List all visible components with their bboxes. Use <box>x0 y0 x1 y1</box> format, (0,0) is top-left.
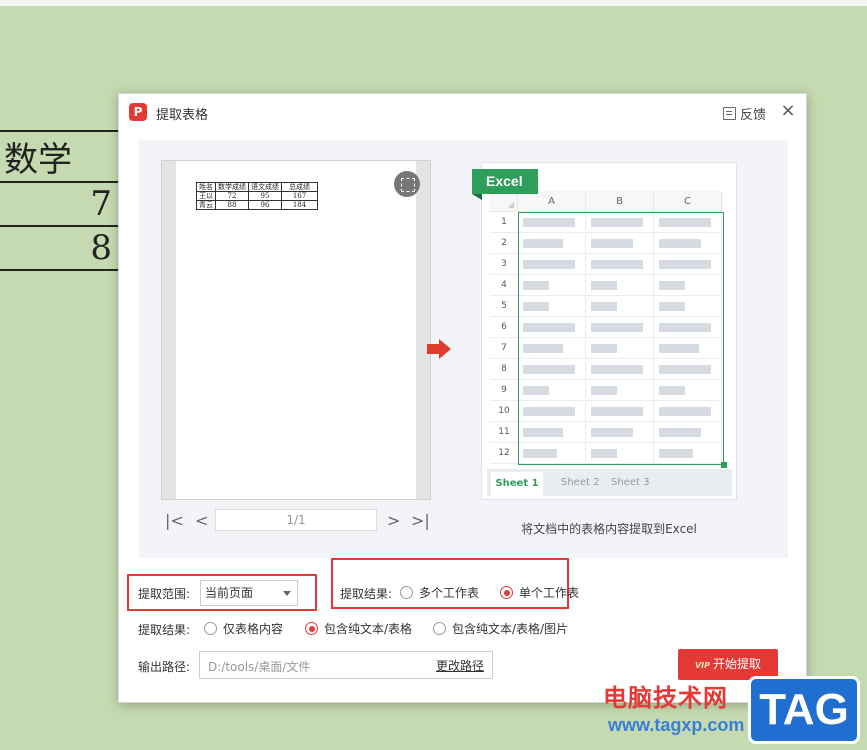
sheet-tabs: Sheet 1 Sheet 2 Sheet 3 <box>487 469 732 496</box>
row-number: 1 <box>490 212 518 233</box>
path-label: 输出路径: <box>138 660 191 674</box>
excel-badge: Excel <box>472 169 538 200</box>
row-number: 8 <box>490 359 518 380</box>
table-header-cell: 姓名 <box>196 182 216 192</box>
sheet-tab-2: Sheet 2 <box>561 477 600 488</box>
first-page-button[interactable]: |< <box>165 511 184 530</box>
radio-checked-icon <box>305 622 318 635</box>
range-select-value: 当前页面 <box>205 586 254 600</box>
column-header: C <box>654 191 722 212</box>
vip-icon: VIP <box>694 661 710 670</box>
pdf-app-logo-icon: P <box>129 103 147 121</box>
preview-table: 姓名 数学成绩 语文成绩 总成绩 王以 72 95 167 青云 88 96 1… <box>196 182 318 210</box>
sheet-tab-1: Sheet 1 <box>491 472 543 496</box>
row-number: 5 <box>490 296 518 317</box>
radio-table-only[interactable]: 仅表格内容 <box>204 620 283 637</box>
output-path-field[interactable]: D:/tools/桌面/文件 更改路径 <box>199 651 493 679</box>
start-extract-label: 开始提取 <box>713 657 762 671</box>
watermark-tag-logo: TAG <box>748 676 860 744</box>
arrow-right-icon <box>427 339 453 359</box>
top-toolbar-strip <box>0 0 867 6</box>
watermark-url: www.tagxp.com <box>608 715 745 735</box>
chevron-down-icon <box>283 591 291 596</box>
row-number: 4 <box>490 275 518 296</box>
column-header: B <box>586 191 654 212</box>
watermark-site-name: 电脑技术网 <box>603 684 728 712</box>
output-path-value: D:/tools/桌面/文件 <box>208 660 311 674</box>
last-page-button[interactable]: >| <box>411 511 430 530</box>
radio-text-table-image[interactable]: 包含纯文本/表格/图片 <box>433 620 568 637</box>
selection-range <box>518 212 727 468</box>
extract-table-dialog: P 提取表格 反馈 × 姓名 数学成绩 语文成绩 总成绩 王以 72 95 16… <box>118 93 807 703</box>
page-number-input[interactable]: 1/1 <box>215 509 377 531</box>
next-page-button[interactable]: > <box>387 511 400 530</box>
radio-single-sheet[interactable]: 单个工作表 <box>500 584 579 601</box>
radio-multiple-sheets[interactable]: 多个工作表 <box>400 584 479 601</box>
radio-label: 包含纯文本/表格/图片 <box>452 622 569 636</box>
table-cell: 8 <box>0 225 120 271</box>
table-cell: 数学 <box>0 130 120 183</box>
table-cell: 184 <box>281 200 318 210</box>
document-preview: 姓名 数学成绩 语文成绩 总成绩 王以 72 95 167 青云 88 96 1… <box>161 160 431 500</box>
row-number: 9 <box>490 380 518 401</box>
dialog-titlebar: P 提取表格 反馈 × <box>119 94 806 130</box>
table-cell: 72 <box>215 191 249 201</box>
table-cell: 96 <box>248 200 282 210</box>
radio-label: 包含纯文本/表格 <box>324 622 413 636</box>
radio-label: 仅表格内容 <box>223 622 284 636</box>
page-navigator: |< < 1/1 > >| <box>161 509 431 533</box>
table-header-cell: 语文成绩 <box>248 182 282 192</box>
radio-icon <box>204 622 217 635</box>
dialog-title: 提取表格 <box>156 108 209 123</box>
row-number: 3 <box>490 254 518 275</box>
document-page: 姓名 数学成绩 语文成绩 总成绩 王以 72 95 167 青云 88 96 1… <box>176 161 416 499</box>
table-header-cell: 数学成绩 <box>215 182 249 192</box>
content-label: 提取结果: <box>138 623 191 637</box>
result-label: 提取结果: <box>340 587 393 601</box>
excel-preview: A B C 1 2 3 4 5 6 7 8 9 10 11 12 Excel Sheet 1 Shee… <box>472 162 737 500</box>
table-cell: 青云 <box>196 200 216 210</box>
column-header: A <box>518 191 586 212</box>
grid-corner <box>490 191 518 212</box>
preview-area: 姓名 数学成绩 语文成绩 总成绩 王以 72 95 167 青云 88 96 1… <box>139 140 788 558</box>
row-number: 12 <box>490 443 518 464</box>
table-header-cell: 总成绩 <box>281 182 318 192</box>
table-cell: 167 <box>281 191 318 201</box>
table-cell: 88 <box>215 200 249 210</box>
row-number: 11 <box>490 422 518 443</box>
table-cell: 王以 <box>196 191 216 201</box>
row-number: 7 <box>490 338 518 359</box>
close-button[interactable]: × <box>778 101 798 121</box>
radio-checked-icon <box>500 586 513 599</box>
radio-label: 单个工作表 <box>519 586 580 600</box>
table-cell: 95 <box>248 191 282 201</box>
feedback-label: 反馈 <box>739 108 766 123</box>
range-select[interactable]: 当前页面 <box>200 580 298 606</box>
range-label: 提取范围: <box>138 587 191 601</box>
prev-page-button[interactable]: < <box>195 511 208 530</box>
sheet-tab-3: Sheet 3 <box>611 477 650 488</box>
excel-caption: 将文档中的表格内容提取到Excel <box>521 522 697 536</box>
radio-label: 多个工作表 <box>419 586 480 600</box>
background-document-table: 数学 7 8 <box>0 130 120 271</box>
radio-text-and-table[interactable]: 包含纯文本/表格 <box>305 620 412 637</box>
feedback-button[interactable]: 反馈 <box>722 104 766 123</box>
table-cell: 7 <box>0 181 120 227</box>
fullscreen-icon[interactable] <box>394 171 420 197</box>
change-path-link[interactable]: 更改路径 <box>436 657 484 674</box>
radio-icon <box>433 622 446 635</box>
radio-icon <box>400 586 413 599</box>
row-number: 2 <box>490 233 518 254</box>
row-number: 6 <box>490 317 518 338</box>
feedback-icon <box>722 107 736 120</box>
row-number: 10 <box>490 401 518 422</box>
